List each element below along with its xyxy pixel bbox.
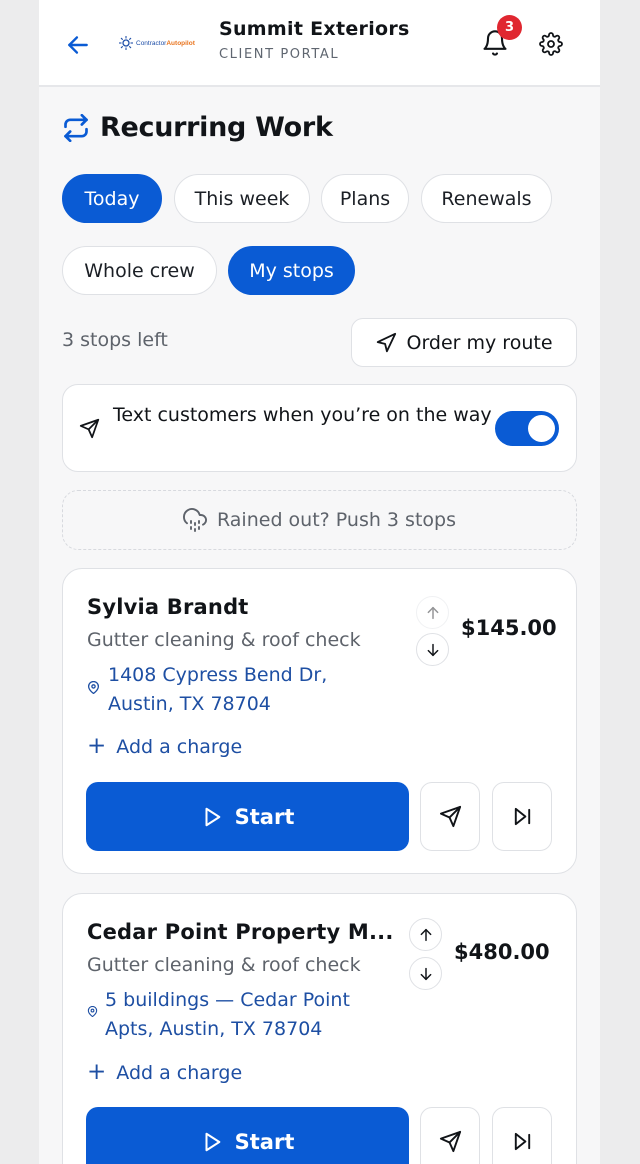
settings-button[interactable] <box>535 28 567 60</box>
stop-address[interactable]: 1408 Cypress Bend Dr, Austin, TX 78704 <box>87 661 377 719</box>
gear-icon <box>539 32 563 56</box>
arrow-down-icon <box>420 967 431 980</box>
add-charge-button[interactable]: + Add a charge <box>87 735 242 758</box>
add-charge-label: Add a charge <box>116 735 243 758</box>
skip-forward-icon <box>514 1132 530 1151</box>
tab-plans[interactable]: Plans <box>321 174 409 223</box>
repeat-icon <box>64 113 88 142</box>
map-pin-icon <box>87 681 100 694</box>
start-label: Start <box>234 1129 295 1154</box>
app-screen: ContractorAutopilot Summit Exteriors CLI… <box>39 0 600 1164</box>
move-down-button[interactable] <box>416 633 449 666</box>
skip-forward-icon <box>514 807 530 826</box>
service-description: Gutter cleaning & roof check <box>87 629 361 651</box>
send-icon <box>439 1130 461 1153</box>
app-header: ContractorAutopilot Summit Exteriors CLI… <box>39 0 600 87</box>
stop-card: Sylvia Brandt Gutter cleaning & roof che… <box>62 568 577 874</box>
customer-name: Cedar Point Property M... <box>87 920 394 944</box>
customer-name: Sylvia Brandt <box>87 595 249 619</box>
order-route-button[interactable]: Order my route <box>351 318 577 367</box>
send-icon <box>79 418 100 439</box>
send-icon <box>439 805 461 828</box>
logo-wordmark: ContractorAutopilot <box>136 39 195 47</box>
stop-address[interactable]: 5 buildings — Cedar Point Apts, Austin, … <box>87 986 377 1044</box>
company-name: Summit Exteriors <box>219 18 410 40</box>
tab-whole-crew[interactable]: Whole crew <box>62 246 217 295</box>
move-down-button[interactable] <box>409 957 442 990</box>
page-title: Recurring Work <box>100 112 333 143</box>
back-button[interactable] <box>61 28 95 62</box>
play-icon <box>205 1132 220 1151</box>
on-the-way-label: Text customers when you’re on the way <box>113 404 492 426</box>
navigation-icon <box>377 332 397 352</box>
service-description: Gutter cleaning & roof check <box>87 954 361 976</box>
section-header: Recurring Work <box>62 112 333 143</box>
move-up-button[interactable] <box>416 596 449 629</box>
toggle-knob <box>528 415 555 442</box>
rain-push-button[interactable]: Rained out? Push 3 stops <box>62 490 577 550</box>
stop-card: Cedar Point Property M... Gutter cleanin… <box>62 893 577 1164</box>
arrow-up-icon <box>420 928 431 941</box>
start-label: Start <box>234 804 295 829</box>
plus-icon: + <box>87 733 107 759</box>
portal-label: CLIENT PORTAL <box>219 47 340 62</box>
add-charge-button[interactable]: + Add a charge <box>87 1061 242 1084</box>
skip-button[interactable] <box>492 782 552 851</box>
logo-sun-icon <box>119 36 133 50</box>
arrow-down-icon <box>427 643 438 656</box>
plus-icon: + <box>87 1059 107 1085</box>
on-the-way-setting: Text customers when you’re on the way <box>62 384 577 472</box>
rain-cloud-icon <box>183 508 207 532</box>
tab-today[interactable]: Today <box>62 174 162 223</box>
move-up-button[interactable] <box>409 918 442 951</box>
skip-button[interactable] <box>492 1107 552 1164</box>
arrow-up-icon <box>427 606 438 619</box>
stop-price: $145.00 <box>461 616 557 640</box>
on-the-way-toggle[interactable] <box>495 411 559 446</box>
add-charge-label: Add a charge <box>116 1061 243 1084</box>
tab-renewals[interactable]: Renewals <box>421 174 552 223</box>
rain-push-label: Rained out? Push 3 stops <box>217 509 456 531</box>
tab-my-stops[interactable]: My stops <box>228 246 355 295</box>
address-text: 1408 Cypress Bend Dr, Austin, TX 78704 <box>108 664 328 715</box>
navigate-button[interactable] <box>420 782 480 851</box>
play-icon <box>205 807 220 826</box>
company-logo: ContractorAutopilot <box>119 34 203 52</box>
navigate-button[interactable] <box>420 1107 480 1164</box>
address-text: 5 buildings — Cedar Point Apts, Austin, … <box>105 989 350 1040</box>
start-button[interactable]: Start <box>86 1107 409 1164</box>
arrow-left-icon <box>68 36 88 54</box>
notification-badge: 3 <box>497 15 522 40</box>
start-button[interactable]: Start <box>86 782 409 851</box>
tab-this-week[interactable]: This week <box>174 174 310 223</box>
stops-left-count: 3 stops left <box>62 329 168 351</box>
order-route-label: Order my route <box>406 331 553 354</box>
map-pin-icon <box>87 1006 98 1017</box>
stop-price: $480.00 <box>454 940 550 964</box>
